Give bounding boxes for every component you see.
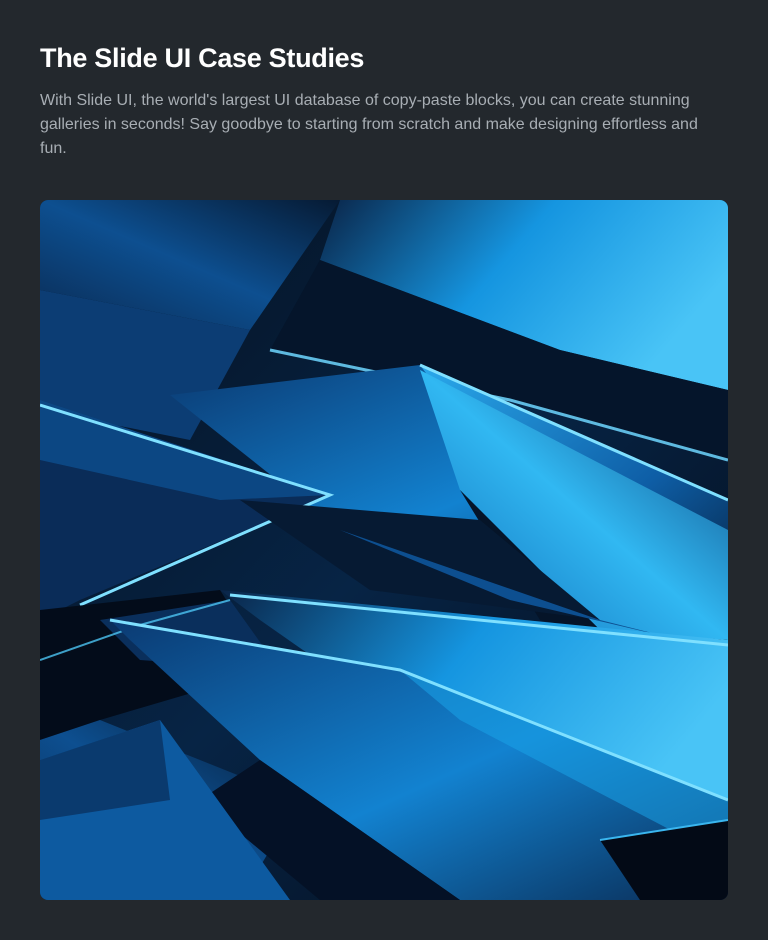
hero-image (40, 200, 728, 900)
page-description: With Slide UI, the world's largest UI da… (40, 92, 698, 157)
case-studies-section: The Slide UI Case Studies With Slide UI,… (0, 0, 768, 940)
page-title: The Slide UI Case Studies (40, 43, 365, 73)
abstract-shards-artwork (40, 200, 728, 900)
